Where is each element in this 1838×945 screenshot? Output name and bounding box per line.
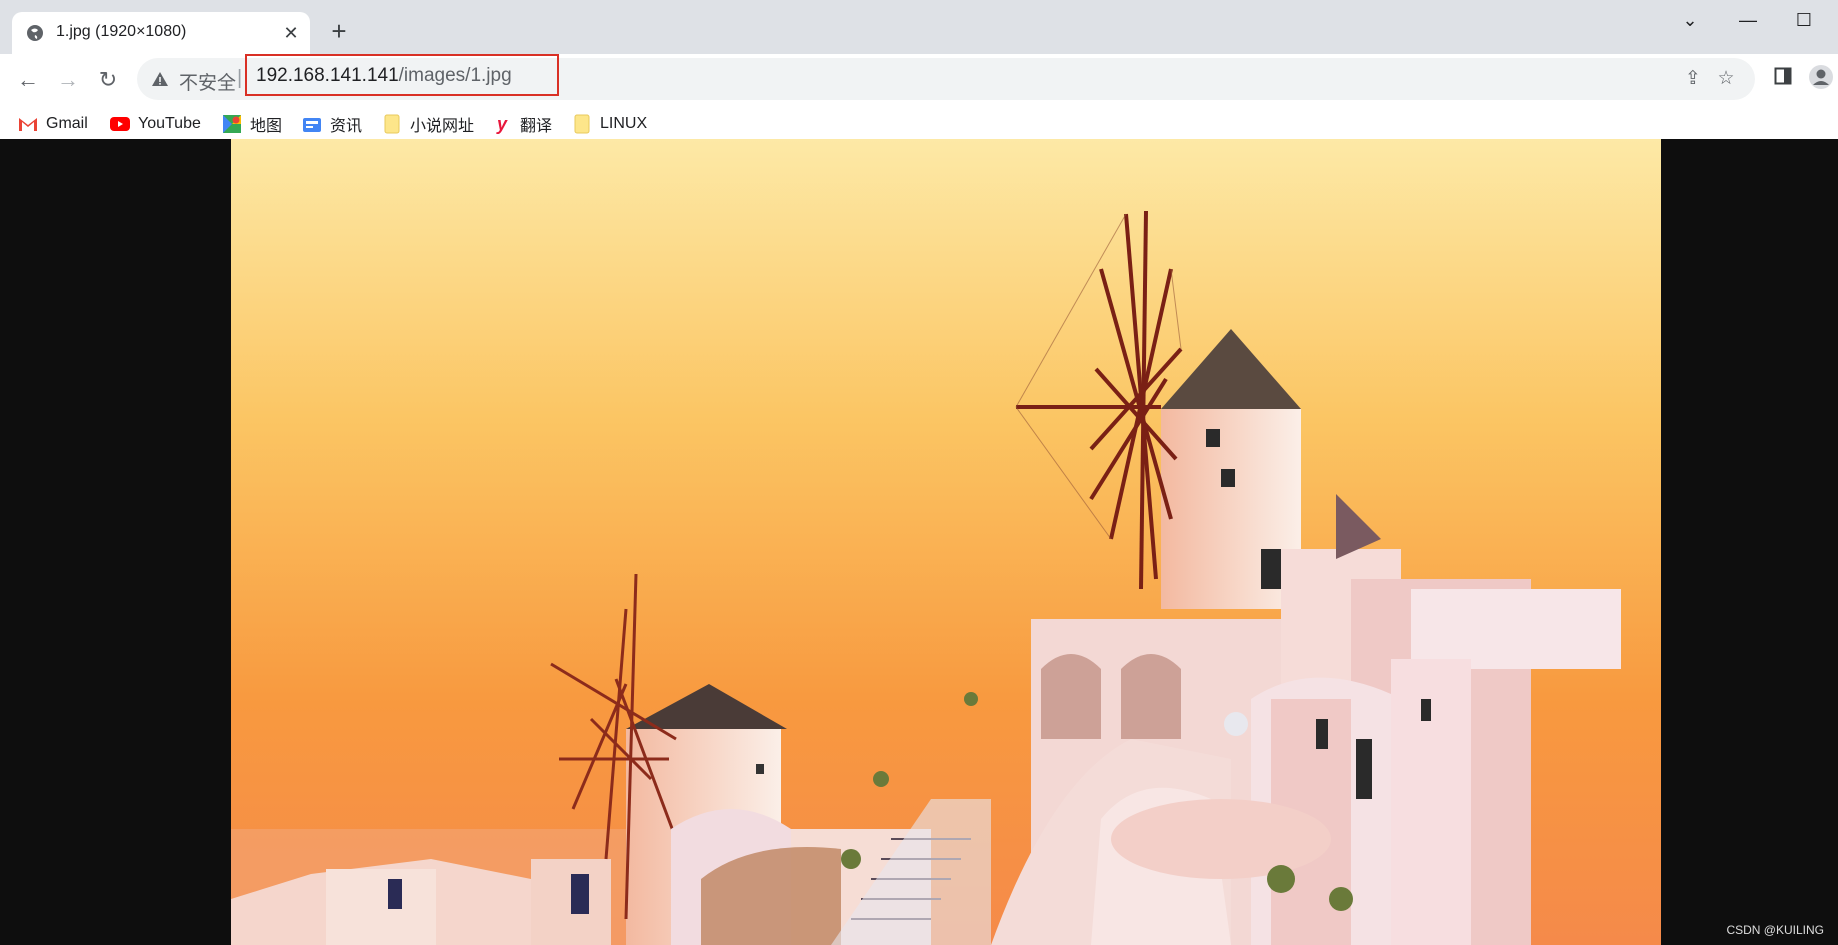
bookmark-folder-linux[interactable]: LINUX bbox=[572, 112, 647, 136]
gmail-icon bbox=[18, 114, 38, 134]
youtube-icon bbox=[110, 114, 130, 134]
bookmarks-bar: Gmail YouTube 地图 资讯 小说网址 y 翻译 LINUX bbox=[0, 104, 1838, 144]
translate-icon: y bbox=[496, 113, 507, 134]
folder-icon bbox=[572, 114, 592, 134]
watermark-text: CSDN @KUILING bbox=[1726, 923, 1824, 937]
bookmark-label: 小说网址 bbox=[410, 118, 475, 135]
folder-icon bbox=[382, 114, 402, 134]
browser-tab[interactable]: 1.jpg (1920×1080) ✕ bbox=[12, 12, 310, 54]
bookmark-translate[interactable]: y 翻译 bbox=[492, 112, 552, 136]
maps-icon bbox=[222, 114, 242, 134]
bookmark-label: 地图 bbox=[250, 118, 283, 135]
url-path: /images/1.jpg bbox=[398, 65, 512, 86]
warning-icon[interactable] bbox=[151, 70, 169, 88]
bookmark-label: Gmail bbox=[46, 115, 88, 132]
bookmark-label: 翻译 bbox=[520, 118, 553, 135]
maximize-button[interactable]: ☐ bbox=[1786, 8, 1822, 32]
tab-search-dropdown-icon[interactable]: ⌄ bbox=[1672, 8, 1708, 32]
minimize-button[interactable]: — bbox=[1730, 8, 1766, 32]
address-bar[interactable]: 不安全 | 192.168.141.141/images/1.jpg ⇪ ☆ bbox=[137, 54, 1755, 100]
new-tab-button[interactable]: + bbox=[324, 16, 354, 46]
bookmark-news[interactable]: 资讯 bbox=[302, 112, 362, 136]
security-label[interactable]: 不安全 bbox=[179, 68, 236, 95]
url-host: 192.168.141.141 bbox=[256, 65, 399, 86]
url-highlight-box: 192.168.141.141/images/1.jpg bbox=[245, 54, 559, 96]
bookmark-maps[interactable]: 地图 bbox=[222, 112, 282, 136]
share-icon[interactable]: ⇪ bbox=[1682, 68, 1704, 90]
bookmark-label: YouTube bbox=[138, 115, 201, 132]
bookmark-label: 资讯 bbox=[330, 118, 363, 135]
close-tab-icon[interactable]: ✕ bbox=[280, 22, 302, 44]
profile-avatar-icon[interactable] bbox=[1806, 64, 1836, 94]
bookmark-youtube[interactable]: YouTube bbox=[110, 112, 201, 136]
bookmark-star-icon[interactable]: ☆ bbox=[1715, 68, 1737, 90]
side-panel-icon[interactable] bbox=[1768, 64, 1798, 94]
title-bar: 1.jpg (1920×1080) ✕ + ⌄ — ☐ bbox=[0, 0, 1838, 54]
image-viewer: CSDN @KUILING bbox=[0, 139, 1838, 945]
reload-button[interactable]: ↻ bbox=[92, 64, 124, 96]
bookmark-folder-novels[interactable]: 小说网址 bbox=[382, 112, 474, 136]
url-text[interactable]: 192.168.141.141/images/1.jpg bbox=[256, 65, 512, 87]
tab-title: 1.jpg (1920×1080) bbox=[56, 23, 187, 40]
globe-icon bbox=[27, 25, 43, 41]
forward-button[interactable]: → bbox=[52, 64, 84, 96]
bookmark-gmail[interactable]: Gmail bbox=[18, 112, 88, 136]
bookmark-label: LINUX bbox=[600, 115, 648, 132]
separator: | bbox=[237, 67, 243, 89]
sunset-windmill-photo[interactable] bbox=[231, 139, 1661, 945]
back-button[interactable]: ← bbox=[12, 64, 44, 96]
news-icon bbox=[302, 114, 322, 134]
